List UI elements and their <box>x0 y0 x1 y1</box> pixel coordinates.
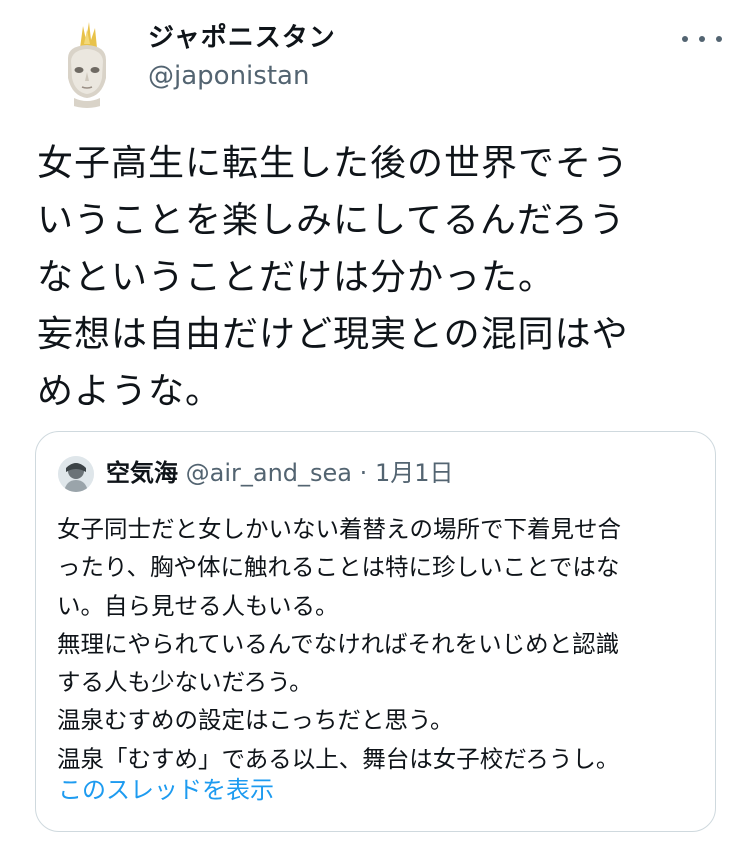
show-thread-link[interactable]: このスレッドを表示 <box>58 772 274 808</box>
quoted-avatar-image <box>58 456 94 492</box>
tweet: ジャポニスタン @japonistan 女子高生に転生した後の世界でそう いうこ… <box>0 0 750 859</box>
author-header: ジャポニスタン @japonistan <box>148 20 336 94</box>
quoted-text-line: 無理にやられているんでなければそれをいじめと認識 <box>57 629 620 658</box>
more-dot <box>699 36 705 42</box>
author-display-name[interactable]: ジャポニスタン <box>148 20 336 56</box>
more-dot <box>716 36 722 42</box>
quoted-text-line: 温泉むすめの設定はこっちだと思う。 <box>57 706 454 735</box>
quoted-text-line: する人も少ないだろう。 <box>57 668 313 697</box>
quoted-text-line: ったり、胸や体に触れることは特に珍しいことではな <box>57 553 620 582</box>
tweet-text-line: めような。 <box>37 371 223 412</box>
quoted-avatar[interactable] <box>58 456 94 492</box>
tweet-text: 女子高生に転生した後の世界でそう いうことを楽しみにしてるんだろう なということ… <box>37 135 727 420</box>
tweet-text-line: 妄想は自由だけど現実との混同はや <box>37 314 629 355</box>
quoted-handle[interactable]: @air_and_sea <box>186 459 352 487</box>
author-handle[interactable]: @japonistan <box>148 58 336 94</box>
quoted-text-line: い。自ら見せる人もいる。 <box>57 591 339 620</box>
quoted-text: 女子同士だと女しかいない着替えの場所で下着見せ合 ったり、胸や体に触れることは特… <box>57 510 707 778</box>
quoted-separator: · <box>359 459 368 487</box>
avatar[interactable] <box>42 18 132 108</box>
more-options-icon[interactable] <box>682 26 722 52</box>
tweet-text-line: なということだけは分かった。 <box>37 257 556 298</box>
quoted-header: 空気海 @air_and_sea · 1月1日 <box>106 454 453 492</box>
quoted-text-line: 女子同士だと女しかいない着替えの場所で下着見せ合 <box>57 515 621 543</box>
quoted-date[interactable]: 1月1日 <box>375 459 454 487</box>
tweet-text-line: 女子高生に転生した後の世界でそう <box>37 143 630 184</box>
quoted-display-name[interactable]: 空気海 <box>106 459 178 487</box>
avatar-image <box>42 18 132 108</box>
quoted-tweet[interactable]: 空気海 @air_and_sea · 1月1日 女子同士だと女しかいない着替えの… <box>35 431 716 832</box>
more-dot <box>682 36 688 42</box>
tweet-text-line: いうことを楽しみにしてるんだろう <box>37 200 626 241</box>
